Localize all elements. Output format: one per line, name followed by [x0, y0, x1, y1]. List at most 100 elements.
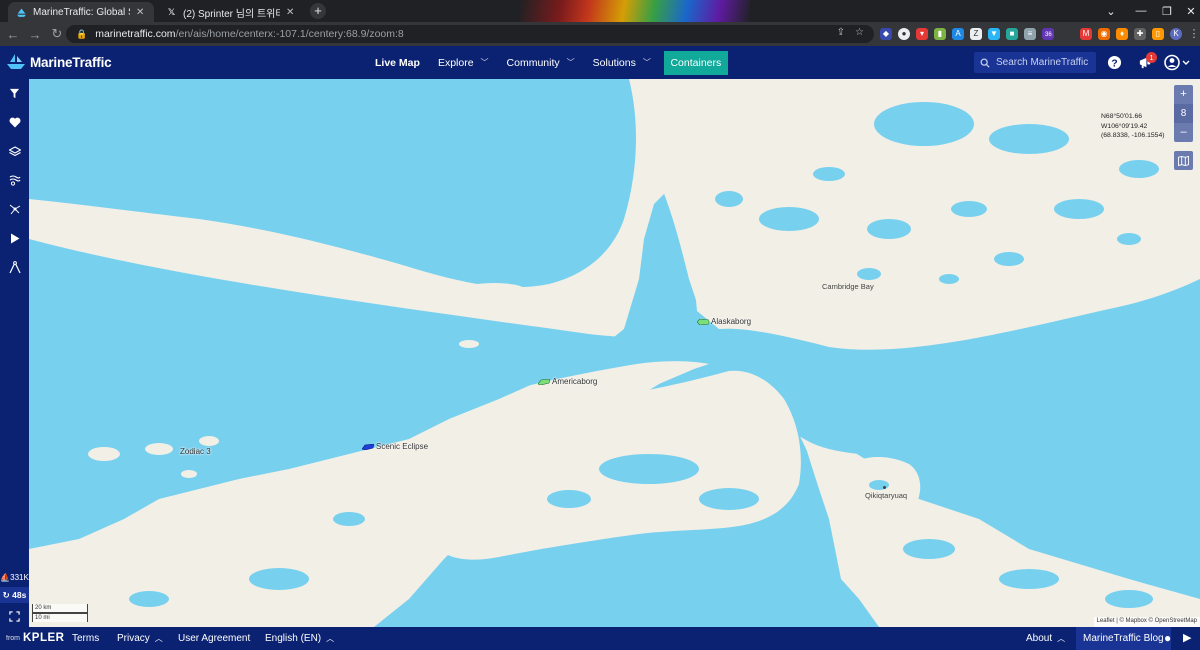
heart-icon[interactable] [0, 108, 29, 136]
extension-drop-icon[interactable]: ▼ [988, 28, 1000, 40]
side-panel-icon[interactable]: ▯ [1152, 28, 1164, 40]
extensions-puzzle-icon[interactable]: ✚ [1134, 28, 1146, 40]
filter-icon[interactable] [0, 79, 29, 107]
vessel-marker-alaskaborg[interactable] [697, 319, 709, 325]
nav-explore[interactable]: Explore ﹀ [429, 46, 498, 79]
play-icon[interactable] [0, 224, 29, 252]
map-base-layer [29, 79, 1200, 627]
ship-logo-icon [7, 54, 25, 69]
svg-text:?: ? [1111, 58, 1117, 69]
browser-menu-icon[interactable]: ⋮ [1188, 28, 1200, 40]
density-icon[interactable] [0, 195, 29, 223]
share-icon[interactable]: ⇪ [837, 27, 845, 38]
extension-folder-icon[interactable]: ■ [1006, 28, 1018, 40]
lock-icon[interactable]: 🔒 [76, 29, 87, 40]
marinetraffic-favicon-icon [16, 7, 27, 18]
brand-name: MarineTraffic [30, 54, 112, 70]
browser-tab-strip: MarineTraffic: Global Ship Track ✕ 𝕏 (2)… [0, 0, 1200, 22]
live-map[interactable]: Cambridge Bay Qikiqtaryuaq Alaskaborg Am… [29, 79, 1200, 627]
bookmark-star-icon[interactable]: ☆ [855, 27, 864, 38]
kpler-logo[interactable]: KPLER [23, 627, 64, 650]
close-window-icon[interactable]: ✕ [1176, 0, 1200, 22]
chevron-up-icon: ︿ [1057, 634, 1066, 643]
chevron-down-icon: ﹀ [566, 58, 575, 67]
address-bar[interactable]: 🔒 marinetraffic.com/en/ais/home/centerx:… [66, 25, 874, 43]
extension-zotero-icon[interactable]: Z [970, 28, 982, 40]
footer-link-blog[interactable]: MarineTraffic Blog [1076, 627, 1171, 650]
extension-pocket-icon[interactable]: ▾ [916, 28, 928, 40]
apple-icon[interactable]: ● [1164, 627, 1171, 650]
vessel-count-value: 331K [10, 573, 29, 582]
privacy-label: Privacy [117, 633, 150, 644]
footer-link-terms[interactable]: Terms [72, 627, 99, 650]
browser-tab-twitter[interactable]: 𝕏 (2) Sprinter 님의 트위터: "Vladi ✕ [158, 2, 304, 22]
measure-icon[interactable] [0, 253, 29, 281]
map-style-button[interactable] [1174, 151, 1193, 170]
boat-icon: ⛵ [0, 573, 11, 582]
new-tab-button[interactable]: + [310, 3, 326, 19]
marinetraffic-logo[interactable]: MarineTraffic [6, 52, 112, 72]
language-selector[interactable]: English (EN) ︿ [265, 627, 334, 650]
footer-link-privacy[interactable]: Privacy ︿ [117, 627, 163, 650]
extension-bookmark-icon[interactable]: ▮ [934, 28, 946, 40]
nav-live-map[interactable]: Live Map [366, 46, 429, 79]
nav-containers[interactable]: Containers [663, 50, 728, 75]
reload-icon[interactable]: ↻ [46, 26, 68, 42]
site-search-input[interactable]: Search MarineTraffic [974, 52, 1096, 73]
map-tools-sidebar: ⛵331K ↻ 48s [0, 79, 29, 627]
map-attribution[interactable]: Leaflet | © Mapbox © OpenStreetMap [1093, 617, 1200, 627]
place-label-cambridge-bay[interactable]: Cambridge Bay [822, 282, 874, 291]
site-header: MarineTraffic Live Map Explore ﹀ Communit… [0, 46, 1200, 79]
chevron-up-icon: ︿ [326, 634, 335, 643]
vessel-marker-americaborg[interactable] [538, 379, 550, 385]
x-favicon-icon: 𝕏 [167, 6, 176, 17]
url-path: /en/ais/home/centerx:-107.1/centery:68.9… [175, 28, 404, 40]
weather-icon[interactable] [0, 166, 29, 194]
google-play-icon[interactable]: ▶ [1183, 627, 1191, 650]
extension-shield-icon[interactable]: ◆ [880, 28, 892, 40]
vessel-marker-scenic-eclipse[interactable] [362, 444, 374, 450]
vessel-label-americaborg[interactable]: Americaborg [552, 377, 597, 386]
tab-title: (2) Sprinter 님의 트위터: "Vladi [183, 8, 280, 20]
nav-label: Containers [670, 56, 722, 69]
refresh-timer-value: 48s [12, 590, 27, 600]
chevron-down-icon: ﹀ [642, 58, 651, 67]
forward-arrow-icon[interactable]: → [24, 27, 46, 42]
search-placeholder: Search MarineTraffic [996, 57, 1089, 68]
extension-notes-icon[interactable]: ≡ [1024, 28, 1036, 40]
vessel-label-alaskaborg[interactable]: Alaskaborg [711, 317, 751, 326]
nav-community[interactable]: Community ﹀ [498, 46, 584, 79]
place-label-qikiqtaryuaq[interactable]: Qikiqtaryuaq [865, 491, 907, 500]
browser-tab-marinetraffic[interactable]: MarineTraffic: Global Ship Track ✕ [8, 2, 154, 22]
back-arrow-icon[interactable]: ← [2, 27, 24, 42]
footer-link-user-agreement[interactable]: User Agreement [178, 627, 250, 650]
profile-avatar[interactable]: K [1170, 28, 1182, 40]
help-icon[interactable]: ? [1106, 55, 1122, 71]
extension-translate-icon[interactable]: A [952, 28, 964, 40]
chevron-up-icon: ︿ [154, 634, 163, 643]
zoom-level: 8 [1174, 104, 1193, 123]
close-tab-icon[interactable]: ✕ [286, 7, 296, 18]
vessel-label-zodiac-3[interactable]: Zodiac 3 [180, 447, 211, 456]
footer-link-about[interactable]: About ︿ [1026, 627, 1065, 650]
coords-decimal: (68.8338, -106.1554) [1101, 132, 1165, 139]
coords-lon: W106°09'19.42 [1101, 122, 1148, 130]
scale-km: 20 km [32, 604, 88, 613]
url-host: marinetraffic.com [95, 28, 176, 40]
layers-icon[interactable] [0, 137, 29, 165]
extension-fox-icon[interactable]: ◉ [1098, 28, 1110, 40]
close-tab-icon[interactable]: ✕ [136, 7, 146, 18]
fullscreen-icon[interactable] [0, 605, 29, 627]
nav-solutions[interactable]: Solutions ﹀ [584, 46, 660, 79]
browser-toolbar: ← → ↻ 🔒 marinetraffic.com/en/ais/home/ce… [0, 22, 1200, 46]
extension-globe-icon[interactable]: ● [898, 28, 910, 40]
map-scale: 20 km 10 mi [32, 604, 88, 622]
vessel-label-scenic-eclipse[interactable]: Scenic Eclipse [376, 442, 428, 451]
tab-search-icon[interactable]: ⌄ [1096, 0, 1126, 22]
zoom-out-button[interactable]: – [1174, 123, 1193, 142]
account-menu[interactable] [1164, 54, 1190, 71]
extension-m-icon[interactable]: M [1080, 28, 1092, 40]
refresh-timer[interactable]: ↻ 48s [0, 587, 29, 603]
zoom-in-button[interactable]: + [1174, 85, 1193, 104]
extension-wallet-icon[interactable]: ♦ [1116, 28, 1128, 40]
